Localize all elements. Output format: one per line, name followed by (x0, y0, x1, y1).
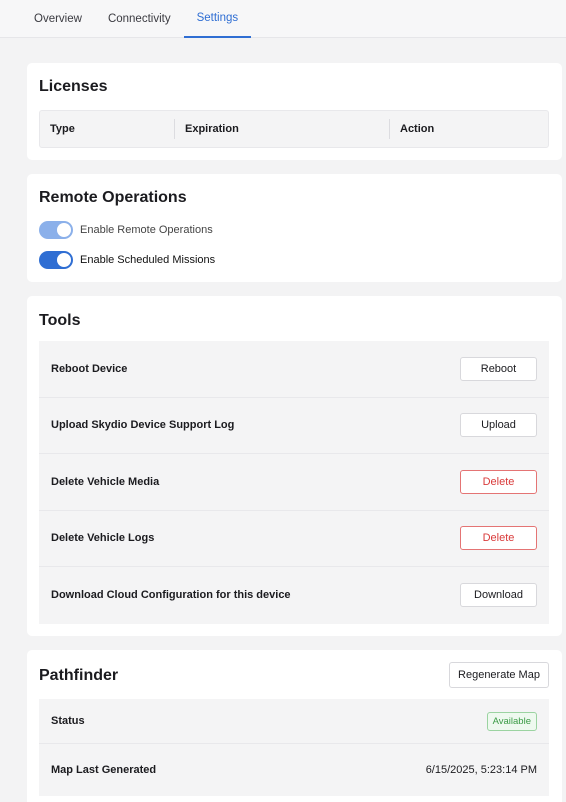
delete-logs-button[interactable]: Delete (460, 526, 537, 551)
upload-button[interactable]: Upload (460, 413, 537, 438)
tools-card: Tools Reboot Device Reboot Upload Skydio… (27, 296, 562, 636)
toggle-label: Enable Remote Operations (80, 224, 213, 236)
download-button[interactable]: Download (460, 583, 537, 608)
last-generated-label: Map Last Generated (51, 764, 157, 776)
column-action: Action (400, 123, 435, 135)
tool-label: Reboot Device (51, 362, 128, 375)
enable-scheduled-missions-toggle[interactable] (39, 251, 73, 269)
tool-label: Download Cloud Configuration for this de… (51, 589, 291, 602)
pathfinder-list: Status Available Map Last Generated 6/15… (39, 699, 549, 796)
pathfinder-last-generated-row: Map Last Generated 6/15/2025, 5:23:14 PM (39, 744, 549, 796)
licenses-card: Licenses Type Expiration Action (27, 63, 562, 160)
tool-label: Delete Vehicle Logs (51, 532, 155, 545)
tab-settings[interactable]: Settings (183, 0, 252, 38)
licenses-title: Licenses (39, 78, 108, 95)
column-expiration: Expiration (185, 123, 239, 135)
last-generated-value: 6/15/2025, 5:23:14 PM (425, 764, 537, 776)
toggle-label: Enable Scheduled Missions (80, 254, 216, 266)
tab-bar: Overview Connectivity Settings (0, 0, 566, 38)
pathfinder-status-row: Status Available (39, 699, 549, 744)
licenses-table-header: Type Expiration Action (39, 110, 549, 148)
remote-operations-toggle-row: Enable Remote Operations (39, 221, 213, 239)
tools-title: Tools (39, 312, 81, 329)
tool-row-upload-log: Upload Skydio Device Support Log Upload (39, 397, 549, 454)
reboot-button[interactable]: Reboot (460, 356, 537, 381)
status-label: Status (51, 715, 85, 727)
column-divider (174, 119, 175, 139)
pathfinder-card: Pathfinder Regenerate Map Status Availab… (27, 650, 562, 802)
tools-list: Reboot Device Reboot Upload Skydio Devic… (39, 341, 549, 624)
tab-connectivity[interactable]: Connectivity (95, 0, 184, 38)
tool-row-download-config: Download Cloud Configuration for this de… (39, 567, 549, 624)
tool-row-delete-media: Delete Vehicle Media Delete (39, 454, 549, 511)
regenerate-map-button[interactable]: Regenerate Map (449, 662, 549, 688)
column-type: Type (50, 123, 75, 135)
column-divider (389, 119, 390, 139)
tool-row-reboot: Reboot Device Reboot (39, 341, 549, 398)
status-badge: Available (486, 711, 537, 731)
enable-remote-operations-toggle[interactable] (39, 221, 73, 239)
scheduled-missions-toggle-row: Enable Scheduled Missions (39, 251, 215, 269)
tool-label: Upload Skydio Device Support Log (51, 419, 235, 432)
remote-operations-card: Remote Operations Enable Remote Operatio… (27, 174, 562, 282)
tab-overview[interactable]: Overview (34, 0, 95, 38)
remote-operations-title: Remote Operations (39, 189, 187, 206)
tool-label: Delete Vehicle Media (51, 475, 160, 488)
tool-row-delete-logs: Delete Vehicle Logs Delete (39, 510, 549, 567)
pathfinder-title: Pathfinder (39, 667, 119, 684)
delete-media-button[interactable]: Delete (460, 469, 537, 494)
